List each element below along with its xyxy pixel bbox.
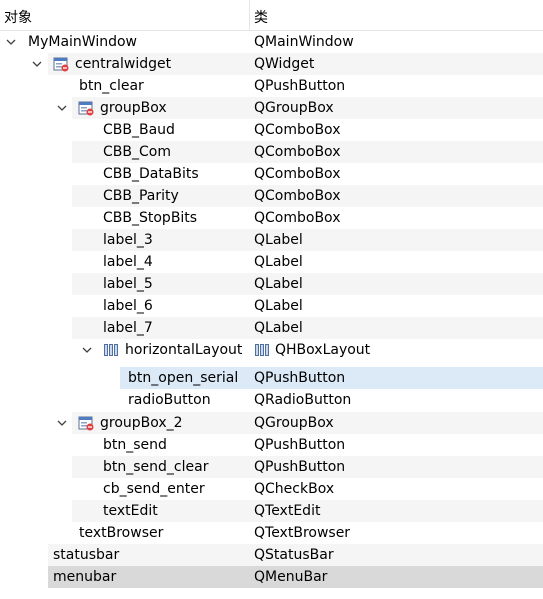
hbox-layout-class-icon xyxy=(254,342,270,358)
object-class: QLabel xyxy=(254,320,303,336)
object-name: btn_send_clear xyxy=(103,459,209,475)
tree-row-label-6[interactable]: label_6 QLabel xyxy=(0,295,543,317)
chevron-down-icon[interactable] xyxy=(4,31,18,53)
object-class: QStatusBar xyxy=(254,547,334,563)
object-name: btn_clear xyxy=(79,78,144,94)
object-class: QComboBox xyxy=(254,122,341,138)
tree-row-cbb-com[interactable]: CBB_Com QComboBox xyxy=(0,141,543,163)
chevron-down-icon[interactable] xyxy=(30,53,44,75)
tree-row-btn-clear[interactable]: btn_clear QPushButton xyxy=(0,75,543,97)
object-class: QLabel xyxy=(254,276,303,292)
object-class: QPushButton xyxy=(254,78,346,94)
tree-row-statusbar[interactable]: statusbar QStatusBar xyxy=(0,544,543,566)
object-class: QGroupBox xyxy=(254,100,334,116)
object-class: QWidget xyxy=(254,56,315,72)
tree-row-label-5[interactable]: label_5 QLabel xyxy=(0,273,543,295)
object-name: label_4 xyxy=(103,254,153,270)
groupbox-icon xyxy=(78,100,94,116)
tree-row-cbb-stopbits[interactable]: CBB_StopBits QComboBox xyxy=(0,207,543,229)
tree-row-groupbox-2[interactable]: groupBox_2 QGroupBox xyxy=(0,412,543,434)
object-class: QHBoxLayout xyxy=(275,342,371,358)
object-inspector-tree: 对象 类 MyMainWindow QMainWindow centralwid… xyxy=(0,0,543,599)
object-name: centralwidget xyxy=(75,56,172,72)
object-class: QPushButton xyxy=(254,459,346,475)
object-name: CBB_Baud xyxy=(103,122,175,138)
tree-row-cbb-databits[interactable]: CBB_DataBits QComboBox xyxy=(0,163,543,185)
object-class: QComboBox xyxy=(254,166,341,182)
tree-row-cbb-parity[interactable]: CBB_Parity QComboBox xyxy=(0,185,543,207)
tree-row-textedit[interactable]: textEdit QTextEdit xyxy=(0,500,543,522)
header-object[interactable]: 对象 xyxy=(4,7,32,27)
object-class: QPushButton xyxy=(254,370,346,386)
chevron-down-icon[interactable] xyxy=(55,97,69,119)
tree-row-label-7[interactable]: label_7 QLabel xyxy=(0,317,543,339)
object-name: groupBox_2 xyxy=(100,415,183,431)
object-name: label_6 xyxy=(103,298,153,314)
object-name: CBB_Com xyxy=(103,144,171,160)
object-name: cb_send_enter xyxy=(103,481,205,497)
object-class: QComboBox xyxy=(254,210,341,226)
tree-row-mymainwindow[interactable]: MyMainWindow QMainWindow xyxy=(0,31,543,53)
object-name: radioButton xyxy=(128,392,211,408)
object-name: label_3 xyxy=(103,232,153,248)
object-name: statusbar xyxy=(53,547,120,563)
object-class: QTextEdit xyxy=(254,503,321,519)
tree-row-btn-send-clear[interactable]: btn_send_clear QPushButton xyxy=(0,456,543,478)
object-class: QRadioButton xyxy=(254,392,352,408)
object-name: textEdit xyxy=(103,503,158,519)
object-name: btn_open_serial xyxy=(128,370,239,386)
hbox-layout-icon xyxy=(103,342,119,358)
object-class: QLabel xyxy=(254,232,303,248)
object-class: QCheckBox xyxy=(254,481,335,497)
object-class: QGroupBox xyxy=(254,415,334,431)
object-name: textBrowser xyxy=(79,525,164,541)
object-class: QComboBox xyxy=(254,144,341,160)
object-name: CBB_Parity xyxy=(103,188,179,204)
object-name: btn_send xyxy=(103,437,167,453)
tree-row-horizontallayout[interactable]: horizontalLayout QHBoxLayout xyxy=(0,339,543,361)
object-name: CBB_StopBits xyxy=(103,210,198,226)
object-name: menubar xyxy=(53,569,117,585)
object-name: label_5 xyxy=(103,276,153,292)
object-class: QTextBrowser xyxy=(254,525,351,541)
object-class: QComboBox xyxy=(254,188,341,204)
object-name: CBB_DataBits xyxy=(103,166,199,182)
tree-row-groupbox[interactable]: groupBox QGroupBox xyxy=(0,97,543,119)
tree-row-btn-open-serial[interactable]: btn_open_serial QPushButton xyxy=(0,367,543,389)
object-name: groupBox xyxy=(100,100,167,116)
tree-row-cb-send-enter[interactable]: cb_send_enter QCheckBox xyxy=(0,478,543,500)
tree-row-label-3[interactable]: label_3 QLabel xyxy=(0,229,543,251)
tree-row-cbb-baud[interactable]: CBB_Baud QComboBox xyxy=(0,119,543,141)
tree-row-menubar[interactable]: menubar QMenuBar xyxy=(0,566,543,588)
object-class: QMainWindow xyxy=(254,34,354,50)
object-class: QLabel xyxy=(254,254,303,270)
object-name: label_7 xyxy=(103,320,153,336)
tree-row-centralwidget[interactable]: centralwidget QWidget xyxy=(0,53,543,75)
header-separator[interactable] xyxy=(249,0,250,30)
object-name: horizontalLayout xyxy=(125,342,243,358)
tree-row-btn-send[interactable]: btn_send QPushButton xyxy=(0,434,543,456)
object-class: QPushButton xyxy=(254,437,346,453)
object-class: QLabel xyxy=(254,298,303,314)
object-class: QMenuBar xyxy=(254,569,328,585)
tree-row-radiobutton[interactable]: radioButton QRadioButton xyxy=(0,389,543,411)
widget-icon xyxy=(53,56,69,72)
tree-row-label-4[interactable]: label_4 QLabel xyxy=(0,251,543,273)
tree-row-textbrowser[interactable]: textBrowser QTextBrowser xyxy=(0,522,543,544)
chevron-down-icon[interactable] xyxy=(80,339,94,361)
object-name: MyMainWindow xyxy=(28,34,137,50)
tree-header: 对象 类 xyxy=(0,0,543,31)
groupbox-icon xyxy=(78,415,94,431)
header-class[interactable]: 类 xyxy=(254,7,268,27)
chevron-down-icon[interactable] xyxy=(55,412,69,434)
